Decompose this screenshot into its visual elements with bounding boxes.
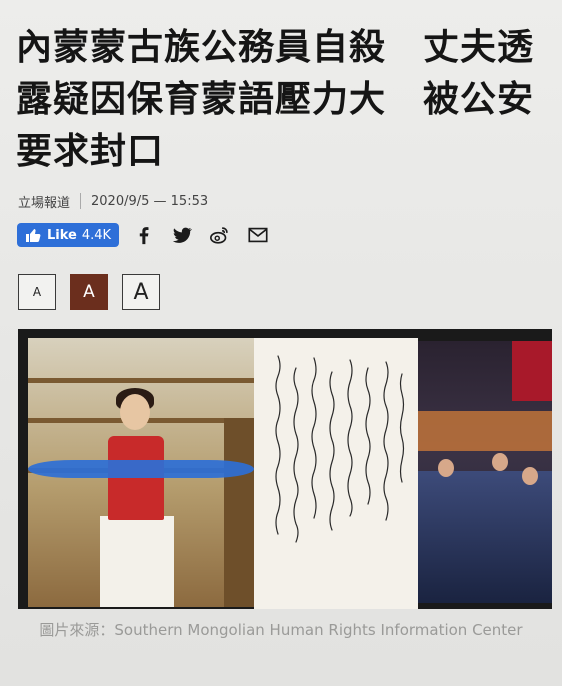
photo-woman-with-ribbon <box>28 338 254 607</box>
font-size-medium-button[interactable]: A <box>70 274 108 310</box>
person-head <box>492 453 508 471</box>
mongolian-script-lines <box>275 355 405 543</box>
mongolian-script-letter <box>254 338 418 609</box>
article-source[interactable]: 立場報道 <box>18 192 70 211</box>
twitter-share-button[interactable] <box>169 222 195 248</box>
shelf <box>28 378 254 383</box>
blue-ribbon <box>28 460 254 478</box>
person-head <box>438 459 454 477</box>
twitter-icon <box>172 227 193 243</box>
article-headline: 內蒙蒙古族公務員自殺 丈夫透露疑因保育蒙語壓力大 被公安要求封口 <box>16 27 535 172</box>
article-datetime: 2020/9/5 — 15:53 <box>91 193 209 209</box>
article-image <box>18 329 552 609</box>
crowd <box>418 471 552 603</box>
white-skirt <box>100 516 174 607</box>
red-vest <box>108 436 164 520</box>
font-size-small-button[interactable]: A <box>18 274 56 310</box>
email-share-button[interactable] <box>245 222 271 248</box>
meta-divider <box>80 193 82 209</box>
facebook-like-button[interactable]: Like 4.4K <box>17 223 120 247</box>
face <box>120 394 150 430</box>
mail-icon <box>248 227 268 243</box>
thumbs-up-icon <box>26 229 41 242</box>
facebook-icon <box>139 227 149 245</box>
font-size-controls: A A A <box>18 274 174 310</box>
like-label: Like <box>47 227 77 243</box>
weibo-share-button[interactable] <box>207 222 233 248</box>
person-head <box>522 467 538 485</box>
social-bar: Like 4.4K <box>17 222 271 248</box>
facebook-share-button[interactable] <box>131 222 157 248</box>
article-page: 內蒙蒙古族公務員自殺 丈夫透露疑因保育蒙語壓力大 被公安要求封口 立場報道 20… <box>0 0 562 686</box>
stage-arch <box>418 411 552 451</box>
red-curtain <box>512 341 552 401</box>
article-meta: 立場報道 2020/9/5 — 15:53 <box>18 192 209 211</box>
weibo-icon <box>210 227 228 244</box>
cabinet <box>224 418 254 607</box>
photo-gathering <box>418 341 552 603</box>
like-count: 4.4K <box>81 227 112 243</box>
image-caption: 圖片來源：Southern Mongolian Human Rights Inf… <box>39 621 523 639</box>
font-size-large-button[interactable]: A <box>122 274 160 310</box>
